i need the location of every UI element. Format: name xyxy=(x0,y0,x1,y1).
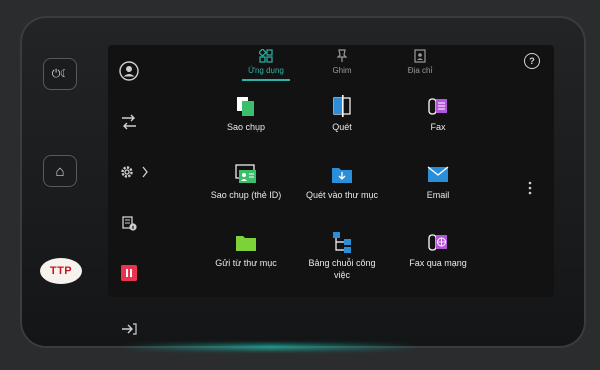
tab-apps[interactable]: Ứng dụng xyxy=(236,49,296,75)
app-label: Quét vào thư mục xyxy=(305,190,379,200)
tab-pin-label: Ghim xyxy=(332,66,352,75)
job-info-icon xyxy=(122,216,137,231)
app-id-card-copy[interactable]: Sao chụp (thẻ ID) xyxy=(196,163,296,201)
app-email[interactable]: Email xyxy=(388,163,488,201)
tab-pin[interactable]: Ghim xyxy=(312,49,372,75)
home-icon: ⌂ xyxy=(55,162,65,180)
tab-address-book[interactable]: Địa chỉ xyxy=(390,49,450,75)
logout-button[interactable] xyxy=(116,318,142,340)
workflow-icon xyxy=(333,232,351,253)
internet-fax-icon xyxy=(428,234,447,251)
fax-icon xyxy=(428,98,447,115)
power-sleep-button[interactable]: ⏻☾ xyxy=(43,58,77,90)
switch-icon xyxy=(122,114,136,130)
active-tab-indicator xyxy=(242,79,290,81)
tab-apps-label: Ứng dụng xyxy=(248,66,284,75)
stop-icon xyxy=(121,265,137,281)
chevron-right-icon xyxy=(142,166,148,178)
brand-logo: TTP xyxy=(40,258,82,284)
settings-button[interactable] xyxy=(116,161,152,183)
status-light xyxy=(120,344,420,350)
app-fax[interactable]: Fax xyxy=(388,95,488,133)
device-status-button[interactable] xyxy=(116,111,142,133)
app-label: Bảng chuỗi công việc xyxy=(308,258,376,280)
app-label: Sao chụp (thẻ ID) xyxy=(210,190,282,200)
email-icon xyxy=(427,166,449,182)
help-icon: ? xyxy=(529,56,535,66)
apps-grid-icon xyxy=(259,49,273,63)
app-send-from-folder[interactable]: Gửi từ thư mục xyxy=(196,231,296,269)
send-from-folder-icon xyxy=(236,236,256,251)
app-scan[interactable]: Quét xyxy=(292,95,392,133)
app-scan-to-folder[interactable]: Quét vào thư mục xyxy=(292,163,392,201)
scan-icon xyxy=(333,95,351,117)
more-options-button[interactable] xyxy=(528,181,532,195)
app-label: Quét xyxy=(332,122,352,132)
copy-icon xyxy=(237,97,254,116)
id-card-copy-icon xyxy=(235,164,256,183)
app-workflow[interactable]: Bảng chuỗi công việc xyxy=(292,231,392,281)
app-label: Sao chụp xyxy=(226,122,266,132)
pin-icon xyxy=(336,49,348,62)
app-internet-fax[interactable]: Fax qua mạng xyxy=(388,231,488,269)
scan-to-folder-icon xyxy=(332,168,352,183)
home-hardware-button[interactable]: ⌂ xyxy=(43,155,77,187)
app-label: Fax xyxy=(430,122,446,132)
power-icon: ⏻☾ xyxy=(51,67,69,80)
app-label: Fax qua mạng xyxy=(409,258,467,268)
app-label: Gửi từ thư mục xyxy=(215,258,277,268)
address-book-icon xyxy=(414,49,426,63)
help-button[interactable]: ? xyxy=(524,53,540,69)
gear-icon xyxy=(121,166,133,178)
tab-address-book-label: Địa chỉ xyxy=(407,66,433,75)
app-copy[interactable]: Sao chụp xyxy=(196,95,296,133)
stop-button[interactable] xyxy=(116,262,142,284)
app-label: Email xyxy=(426,190,450,200)
sign-in-icon xyxy=(122,323,137,335)
user-login-button[interactable] xyxy=(116,60,142,82)
job-status-button[interactable] xyxy=(116,212,142,234)
user-icon xyxy=(119,61,139,81)
vertical-dots-icon xyxy=(528,181,532,195)
